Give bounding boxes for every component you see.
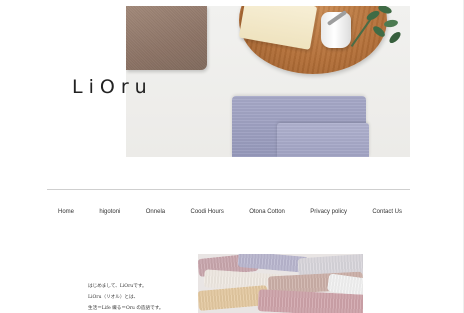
main-nav: Home higotoni Onnela Coodi Hours Otona C… [50, 204, 410, 220]
intro-text: はじめまして、LiOruです。 LiOru（リオル）とは、 生活＝Life 織る… [88, 281, 198, 313]
leaf-shape [387, 30, 403, 45]
towels-photo [198, 254, 363, 313]
intro-line: はじめまして、LiOruです。 [88, 284, 147, 289]
hero-image [126, 6, 410, 157]
nav-item-contact-us[interactable]: Contact Us [372, 209, 402, 215]
intro-line: 生活＝Life 織る＝Oru の造語です。 [88, 306, 164, 311]
nav-item-higotoni[interactable]: higotoni [99, 209, 120, 215]
intro-line: LiOru（リオル）とは、 [88, 295, 139, 300]
brown-towel-shape [126, 6, 207, 70]
header-divider [47, 189, 410, 190]
nav-item-privacy-policy[interactable]: Privacy policy [310, 209, 347, 215]
page: LiOru Home higotoni Onnela Coodi Hours O… [0, 0, 464, 313]
nav-item-coodi-hours[interactable]: Coodi Hours [190, 209, 223, 215]
nav-item-home[interactable]: Home [58, 209, 74, 215]
nav-item-onnela[interactable]: Onnela [146, 209, 165, 215]
nav-item-otona-cotton[interactable]: Otona Cotton [249, 209, 285, 215]
site-logo[interactable]: LiOru [72, 76, 153, 98]
leaf-shape [383, 18, 399, 29]
lavender-towel-small-shape [277, 123, 369, 157]
